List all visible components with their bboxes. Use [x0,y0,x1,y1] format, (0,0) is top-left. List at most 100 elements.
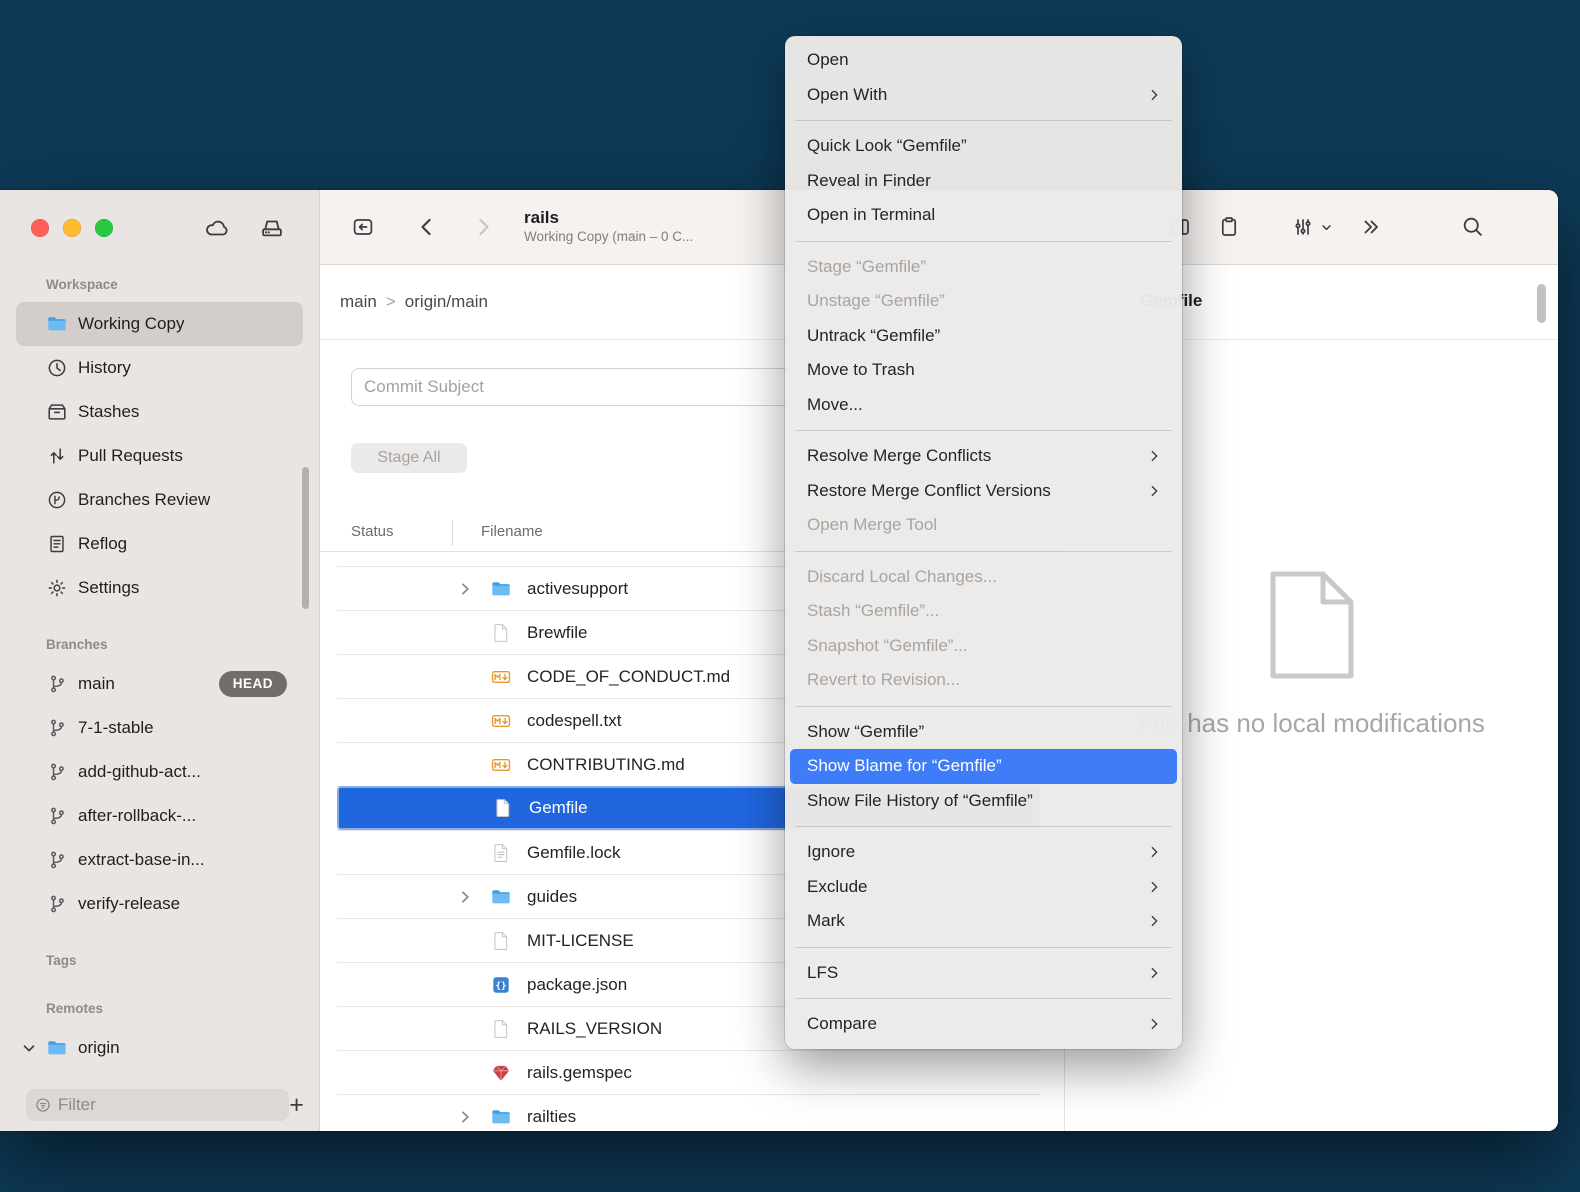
add-button[interactable]: + [289,1092,304,1118]
menu-item-open-with[interactable]: Open With [785,78,1182,113]
menu-item-open-merge-tool[interactable]: Open Merge Tool [785,508,1182,543]
menu-item-unstage-gemfile[interactable]: Unstage “Gemfile” [785,284,1182,319]
zoom-button[interactable] [95,219,113,237]
menu-item-move[interactable]: Move... [785,388,1182,423]
sidebar-item-icon [46,673,68,695]
filename-label: MIT-LICENSE [527,931,634,951]
chevron-down-icon[interactable] [20,1039,38,1057]
sidebar-item-branch-verify-release[interactable]: verify-release [16,882,303,926]
menu-item-resolve-merge-conflicts[interactable]: Resolve Merge Conflicts [785,439,1182,474]
menu-item-label: Stage “Gemfile” [807,257,926,277]
menu-item-label: Show “Gemfile” [807,722,924,742]
menu-item-open-in-terminal[interactable]: Open in Terminal [785,198,1182,233]
file-type-icon [490,886,512,908]
filename-label: codespell.txt [527,711,622,731]
sidebar-item-branch-extract-base-in[interactable]: extract-base-in... [16,838,303,882]
menu-item-show-blame-for-gemfile[interactable]: Show Blame for “Gemfile” [790,749,1177,784]
menu-item-mark[interactable]: Mark [785,904,1182,939]
menu-item-reveal-in-finder[interactable]: Reveal in Finder [785,164,1182,199]
sliders-icon[interactable] [1291,215,1315,239]
sidebar-item-label: origin [78,1038,120,1058]
menu-item-show-gemfile[interactable]: Show “Gemfile” [785,715,1182,750]
double-chevron-icon[interactable] [1358,215,1382,239]
empty-state-message: File has no local modifications [1138,708,1485,739]
sidebar-item-pull-requests[interactable]: Pull Requests [16,434,303,478]
sidebar-item-label: Settings [78,578,139,598]
sidebar-item-settings[interactable]: Settings [16,566,303,610]
disclosure-chevron-icon[interactable] [456,580,474,598]
menu-item-untrack-gemfile[interactable]: Untrack “Gemfile” [785,319,1182,354]
sidebar-item-history[interactable]: History [16,346,303,390]
cloud-icon[interactable] [204,215,230,241]
menu-item-revert-to-revision[interactable]: Revert to Revision... [785,663,1182,698]
disclosure-chevron-icon[interactable] [456,1108,474,1126]
sidebar-item-branch-after-rollback[interactable]: after-rollback-... [16,794,303,838]
forward-button[interactable] [471,215,495,239]
sidebar-item-branch-add-github-act[interactable]: add-github-act... [16,750,303,794]
menu-item-compare[interactable]: Compare [785,1007,1182,1042]
filter-field[interactable] [26,1089,289,1121]
sidebar-item-remote-origin[interactable]: origin [16,1026,303,1070]
filename-label: railties [527,1107,576,1127]
sidebar-item-branch-7-1-stable[interactable]: 7-1-stable [16,706,303,750]
file-type-icon [490,1106,512,1128]
sidebar-item-branch-main[interactable]: main HEAD [16,662,303,706]
sidebar-item-icon [46,401,68,423]
sidebar-item-icon [46,805,68,827]
sidebar-item-icon [46,445,68,467]
menu-item-label: Move... [807,395,863,415]
menu-item-quick-look-gemfile[interactable]: Quick Look “Gemfile” [785,129,1182,164]
menu-item-exclude[interactable]: Exclude [785,870,1182,905]
breadcrumb-segment-origin-main[interactable]: origin/main [405,292,488,312]
sidebar-item-reflog[interactable]: Reflog [16,522,303,566]
filename-label: CODE_OF_CONDUCT.md [527,667,730,687]
minimize-button[interactable] [63,219,81,237]
menu-item-open[interactable]: Open [785,43,1182,78]
breadcrumb-segment-main[interactable]: main [340,292,377,312]
sidebar-item-icon [46,849,68,871]
sidebar-item-label: verify-release [78,894,180,914]
menu-item-label: Reveal in Finder [807,171,931,191]
sidebar-item-stashes[interactable]: Stashes [16,390,303,434]
menu-item-lfs[interactable]: LFS [785,956,1182,991]
sidebar-item-branches-review[interactable]: Branches Review [16,478,303,522]
filename-label: CONTRIBUTING.md [527,755,685,775]
menu-item-label: Unstage “Gemfile” [807,291,945,311]
sidebar-scrollbar[interactable] [302,467,309,609]
menu-item-show-file-history-of-gemfile[interactable]: Show File History of “Gemfile” [785,784,1182,819]
repo-subtitle: Working Copy (main – 0 C... [524,228,693,246]
sidebar-item-working-copy[interactable]: Working Copy [16,302,303,346]
file-type-icon [490,1062,512,1084]
menu-item-move-to-trash[interactable]: Move to Trash [785,353,1182,388]
chevron-down-icon[interactable] [1319,220,1334,235]
table-row-railties[interactable]: railties [337,1094,1041,1131]
back-button[interactable] [415,215,439,239]
menu-separator [795,120,1172,121]
clipboard-icon[interactable] [1217,215,1241,239]
detail-scrollbar[interactable] [1537,284,1546,323]
sidebar-item-label: Reflog [78,534,127,554]
sidebar-section-title-workspace: Workspace [0,272,319,298]
close-button[interactable] [31,219,49,237]
menu-separator [795,998,1172,999]
menu-item-stash-gemfile[interactable]: Stash “Gemfile”... [785,594,1182,629]
local-drive-icon[interactable] [259,215,285,241]
menu-separator [795,947,1172,948]
sidebar-item-icon [46,717,68,739]
file-type-icon [490,842,512,864]
search-icon[interactable] [1460,214,1485,239]
sidebar-item-label: Branches Review [78,490,210,510]
menu-item-label: Restore Merge Conflict Versions [807,481,1051,501]
menu-item-ignore[interactable]: Ignore [785,835,1182,870]
filename-label: package.json [527,975,627,995]
disclosure-chevron-icon[interactable] [456,888,474,906]
working-copy-box-icon[interactable] [351,215,375,239]
sidebar-item-label: 7-1-stable [78,718,154,738]
filter-input[interactable] [52,1095,279,1115]
menu-item-discard-local-changes[interactable]: Discard Local Changes... [785,560,1182,595]
table-row-railsgemspec[interactable]: rails.gemspec [337,1050,1041,1094]
menu-item-restore-merge-conflict-versions[interactable]: Restore Merge Conflict Versions [785,474,1182,509]
stage-all-button[interactable]: Stage All [351,443,467,473]
menu-item-stage-gemfile[interactable]: Stage “Gemfile” [785,250,1182,285]
menu-item-snapshot-gemfile[interactable]: Snapshot “Gemfile”... [785,629,1182,664]
